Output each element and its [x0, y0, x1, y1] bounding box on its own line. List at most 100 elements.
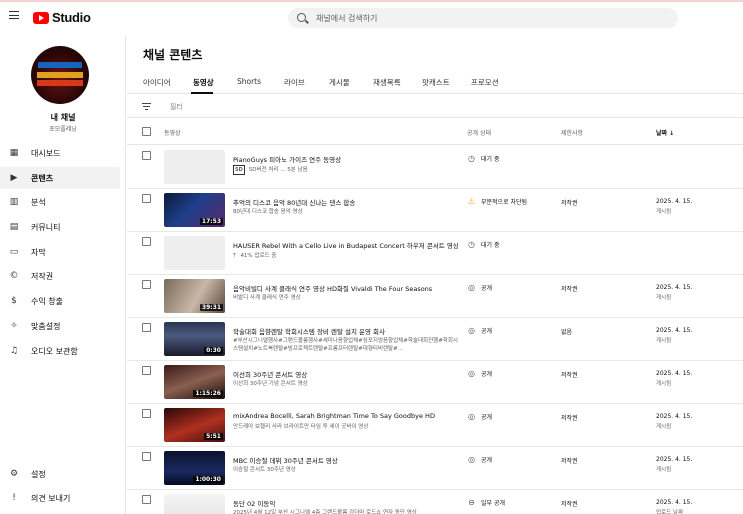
- filter-input[interactable]: 필터: [170, 102, 183, 112]
- video-title[interactable]: 이선희 30주년 콘서트 영상: [233, 369, 458, 379]
- tab-playlists[interactable]: 재생목록: [373, 77, 401, 88]
- restriction-value[interactable]: 없음: [561, 327, 572, 336]
- visibility-status[interactable]: ◷ 대기 중: [467, 240, 499, 249]
- sidebar-item-analytics[interactable]: ▥ 분석: [0, 191, 120, 213]
- video-thumbnail[interactable]: 17:53: [164, 193, 225, 227]
- search-bar[interactable]: [288, 8, 678, 28]
- table-row[interactable]: HAUSER Rebel With a Cello Live in Budape…: [127, 232, 743, 275]
- table-row[interactable]: 0:30 학술대회 음향렌탈 학회시스템 장비 렌탈 설치 운영 회사 #부산시…: [127, 318, 743, 361]
- table-row[interactable]: 17:53 추억의 디스코 음악 80년대 신나는 댄스 합송 80년대 디스코…: [127, 189, 743, 232]
- channel-avatar[interactable]: [31, 46, 89, 104]
- video-duration: 0:30: [204, 347, 223, 354]
- video-thumbnail[interactable]: 1:15:26: [164, 365, 225, 399]
- restriction-value[interactable]: 저작권: [561, 456, 578, 465]
- search-input[interactable]: [316, 11, 666, 25]
- sidebar-item-subtitles[interactable]: ▭ 자막: [0, 241, 120, 263]
- visibility-status[interactable]: ◎ 공개: [467, 283, 492, 292]
- warning-icon: ⚠: [467, 197, 476, 206]
- sidebar-item-feedback[interactable]: ! 의견 보내기: [0, 487, 120, 509]
- restriction-value[interactable]: 저작권: [561, 413, 578, 422]
- channel-name: 내 채널: [50, 113, 76, 122]
- search-icon[interactable]: [297, 13, 306, 22]
- magic-wand-icon: ✧: [10, 321, 18, 331]
- video-thumbnail[interactable]: [164, 494, 225, 514]
- visibility-status[interactable]: ◎ 공개: [467, 455, 492, 464]
- video-description: SD SD버전 처리 ... 5분 남음: [233, 165, 308, 175]
- tab-posts[interactable]: 게시물: [329, 77, 350, 88]
- sidebar-item-content[interactable]: ▶ 콘텐츠: [0, 167, 120, 189]
- menu-icon[interactable]: [9, 11, 19, 19]
- restriction-value[interactable]: 저작권: [561, 499, 578, 508]
- video-title[interactable]: mixAndrea Bocelli, Sarah Brightman Time …: [233, 412, 458, 420]
- table-row[interactable]: PianoGuys 피아노 가이즈 연주 동영상 SD SD버전 처리 ... 5…: [127, 146, 743, 189]
- top-bar: Studio: [0, 2, 743, 36]
- restriction-value[interactable]: 저작권: [561, 198, 578, 207]
- table-row[interactable]: 1:00:30 MBC 이승철 데뷔 30주년 콘서트 영상 이승철 콘서트 3…: [127, 447, 743, 490]
- sidebar-item-copyright[interactable]: © 저작권: [0, 265, 120, 287]
- row-checkbox[interactable]: [142, 194, 151, 203]
- video-thumbnail[interactable]: 0:30: [164, 322, 225, 356]
- visibility-status[interactable]: ◎ 공개: [467, 369, 492, 378]
- tab-videos[interactable]: 동영상: [193, 77, 214, 88]
- video-thumbnail[interactable]: 5:51: [164, 408, 225, 442]
- row-checkbox[interactable]: [142, 323, 151, 332]
- visibility-status[interactable]: ⚠ 부분적으로 차단됨: [467, 197, 527, 206]
- table-row[interactable]: 39:31 음악비빌디 사계 클래식 연주 영상 HD화질 Vivaldi Th…: [127, 275, 743, 318]
- sidebar-item-dashboard[interactable]: ▦ 대시보드: [0, 142, 120, 164]
- video-title[interactable]: 추억의 디스코 음악 80년대 신나는 댄스 합송: [233, 197, 458, 207]
- visibility-status[interactable]: ◎ 공개: [467, 326, 492, 335]
- video-description: 2025년 4월 12일 부산 시그니엘 4층 그랜드볼룸 강더마 로드쇼 연자…: [233, 510, 417, 514]
- video-title[interactable]: MBC 이승철 데뷔 30주년 콘서트 영상: [233, 455, 458, 465]
- clock-icon: ◷: [468, 154, 475, 163]
- sidebar-item-audio-library[interactable]: ♫ 오디오 보관함: [0, 340, 120, 362]
- tab-shorts[interactable]: Shorts: [237, 77, 261, 86]
- row-checkbox[interactable]: [142, 409, 151, 418]
- sidebar: 내 채널 포모플레닝 ▦ 대시보드 ▶ 콘텐츠 ▥ 분석 ▤ 커뮤니티 ▭ 자막…: [0, 36, 126, 514]
- tab-promotions[interactable]: 프로모션: [471, 77, 499, 88]
- video-description: 안드레아 보첼리 사라 브라이트만 타임 투 세이 굿바이 영상: [233, 424, 369, 430]
- video-thumbnail[interactable]: [164, 236, 225, 270]
- visibility-status[interactable]: ◷ 대기 중: [467, 154, 499, 163]
- video-title[interactable]: 학술대회 음향렌탈 학회시스템 장비 렌탈 설치 운영 회사: [233, 326, 458, 336]
- video-title[interactable]: 음악비빌디 사계 클래식 연주 영상 HD화질 Vivaldi The Four…: [233, 283, 458, 293]
- video-date-status: 게시됨: [656, 209, 672, 215]
- row-checkbox[interactable]: [142, 452, 151, 461]
- column-date[interactable]: 날짜 ↓: [656, 128, 674, 137]
- row-checkbox[interactable]: [142, 366, 151, 375]
- logo-text: Studio: [52, 10, 91, 25]
- row-checkbox[interactable]: [142, 151, 151, 160]
- tab-ideas[interactable]: 아이디어: [143, 77, 171, 88]
- upload-icon: ⤒: [233, 253, 236, 259]
- column-restrictions[interactable]: 제한사항: [561, 128, 583, 137]
- restriction-value[interactable]: 저작권: [561, 284, 578, 293]
- table-row[interactable]: 5:51 mixAndrea Bocelli, Sarah Brightman …: [127, 404, 743, 447]
- video-thumbnail[interactable]: 39:31: [164, 279, 225, 313]
- tab-live[interactable]: 라이브: [284, 77, 305, 88]
- studio-logo[interactable]: Studio: [33, 10, 91, 25]
- column-visibility[interactable]: 공개 상태: [467, 128, 491, 137]
- table-row[interactable]: 1:15:26 이선희 30주년 콘서트 영상 이선희 30주년 기념 콘서트 …: [127, 361, 743, 404]
- video-title[interactable]: HAUSER Rebel With a Cello Live in Budape…: [233, 240, 458, 250]
- video-thumbnail[interactable]: 1:00:30: [164, 451, 225, 485]
- row-checkbox[interactable]: [142, 237, 151, 246]
- visibility-status[interactable]: ◎ 공개: [467, 412, 492, 421]
- sidebar-item-monetization[interactable]: $ 수익 창출: [0, 290, 120, 312]
- filter-icon[interactable]: [142, 103, 151, 110]
- restriction-value[interactable]: 저작권: [561, 370, 578, 379]
- sidebar-item-customization[interactable]: ✧ 맞춤설정: [0, 315, 120, 337]
- video-title[interactable]: PianoGuys 피아노 가이즈 연주 동영상: [233, 154, 458, 164]
- sidebar-item-settings[interactable]: ⚙ 설정: [0, 463, 120, 485]
- select-all-checkbox[interactable]: [142, 127, 151, 136]
- tab-podcasts[interactable]: 팟캐스트: [422, 77, 450, 88]
- content-tabs: 아이디어 동영상 Shorts 라이브 게시물 재생목록 팟캐스트 프로모션: [127, 72, 743, 94]
- row-checkbox[interactable]: [142, 280, 151, 289]
- sidebar-item-community[interactable]: ▤ 커뮤니티: [0, 216, 120, 238]
- video-title[interactable]: 동단 02 이동익: [233, 498, 458, 508]
- video-duration: 17:53: [199, 218, 223, 225]
- table-row[interactable]: 동단 02 이동익 2025년 4월 12일 부산 시그니엘 4층 그랜드볼룸 …: [127, 490, 743, 514]
- audio-library-icon: ♫: [9, 346, 19, 356]
- visibility-status[interactable]: ⊖ 일부 공개: [467, 498, 505, 507]
- video-thumbnail[interactable]: [164, 150, 225, 184]
- row-checkbox[interactable]: [142, 495, 151, 504]
- video-duration: 39:31: [199, 304, 223, 311]
